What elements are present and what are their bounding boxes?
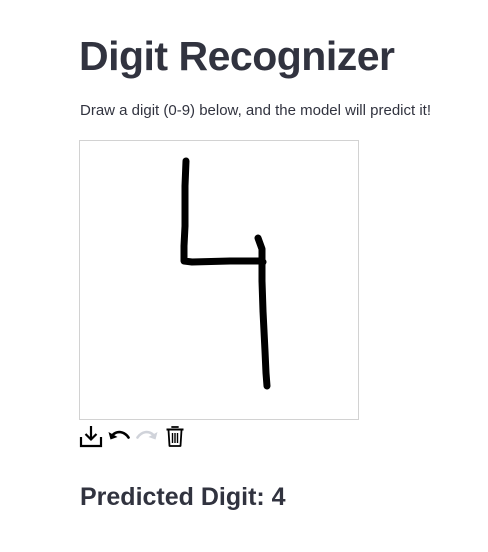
undo-button[interactable] xyxy=(107,423,131,449)
trash-icon xyxy=(166,426,184,447)
clear-canvas-button[interactable] xyxy=(163,423,187,449)
page-title: Digit Recognizer xyxy=(79,33,395,79)
undo-icon xyxy=(108,430,130,440)
redo-icon xyxy=(136,430,158,440)
download-icon xyxy=(79,426,103,448)
predicted-digit-heading: Predicted Digit: 4 xyxy=(80,483,286,511)
drawn-stroke xyxy=(180,157,271,390)
instructions-text: Draw a digit (0-9) below, and the model … xyxy=(80,102,431,119)
drawing-canvas[interactable] xyxy=(79,140,359,420)
download-button[interactable] xyxy=(79,423,103,449)
redo-button[interactable] xyxy=(135,423,159,449)
canvas-toolbar xyxy=(79,423,187,449)
